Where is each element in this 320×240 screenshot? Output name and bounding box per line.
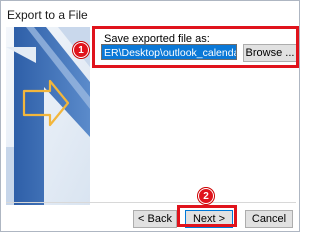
back-button[interactable]: < Back — [133, 210, 177, 228]
cancel-button[interactable]: Cancel — [245, 210, 293, 228]
footer-divider — [6, 202, 296, 203]
step-badge-1: 1 — [73, 42, 89, 58]
step-badge-2: 2 — [198, 188, 214, 204]
highlight-box-next — [177, 205, 237, 227]
highlight-box-file-path — [92, 26, 299, 68]
dialog-title: Export to a File — [7, 8, 88, 22]
